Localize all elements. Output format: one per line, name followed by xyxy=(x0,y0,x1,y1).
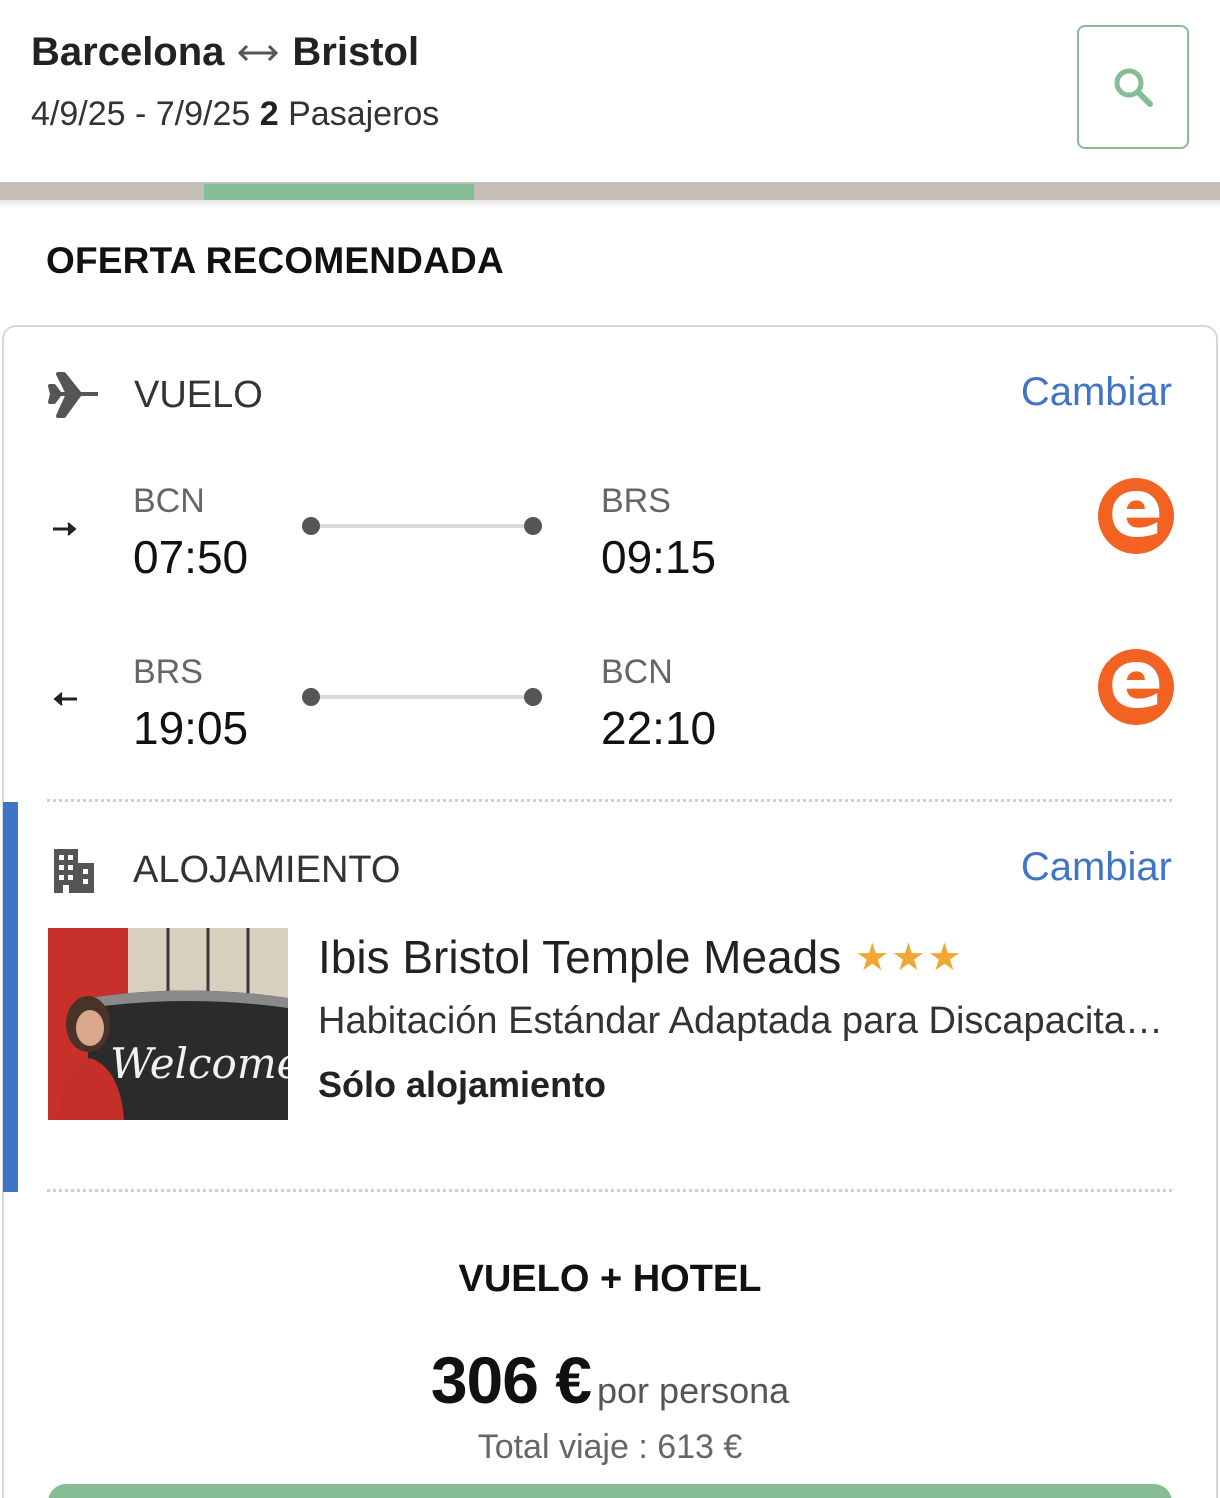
book-button[interactable] xyxy=(48,1484,1172,1498)
outbound-origin-code: BCN xyxy=(133,482,205,520)
passenger-count: 2 xyxy=(259,95,279,133)
search-icon xyxy=(1114,68,1153,107)
trip-details: 4/9/25 - 7/9/25 2 Pasajeros xyxy=(31,95,439,134)
outbound-destination-code: BRS xyxy=(601,482,671,520)
origin-city: Barcelona xyxy=(31,30,225,74)
star-rating-icon: ★★★ xyxy=(855,936,964,979)
plane-icon xyxy=(48,372,98,418)
hotel-name[interactable]: Ibis Bristol Temple Meads ★★★ xyxy=(318,930,963,984)
progress-current-step xyxy=(204,184,474,200)
price-per-person: 306 € por persona xyxy=(0,1342,1220,1418)
hotel-photo[interactable]: Welcome xyxy=(48,928,288,1120)
outbound-arrow-icon xyxy=(53,522,77,536)
svg-text:Welcome: Welcome xyxy=(110,1039,288,1088)
search-button[interactable] xyxy=(1077,25,1189,149)
per-person-label: por persona xyxy=(597,1370,790,1411)
hotel-section-header: ALOJAMIENTO xyxy=(52,845,400,895)
selected-accent-bar xyxy=(3,802,18,1192)
hotel-name-text: Ibis Bristol Temple Meads xyxy=(318,931,842,983)
outbound-arrival-time: 09:15 xyxy=(601,531,717,583)
round-trip-arrow-icon xyxy=(238,44,279,61)
inbound-arrow-icon xyxy=(53,692,77,706)
inbound-origin-code: BRS xyxy=(133,653,203,691)
flight-section-header: VUELO xyxy=(48,370,263,420)
outbound-flight-track xyxy=(302,514,542,538)
passenger-label: Pasajeros xyxy=(288,95,440,133)
section-divider xyxy=(47,799,1172,802)
section-divider xyxy=(47,1189,1172,1192)
easyjet-logo-icon: e xyxy=(1098,478,1174,554)
easyjet-logo-icon: e xyxy=(1098,649,1174,725)
destination-city: Bristol xyxy=(292,30,420,74)
flight-label: VUELO xyxy=(134,373,263,416)
search-summary-header: Barcelona Bristol 4/9/25 - 7/9/25 2 Pasa… xyxy=(0,0,1220,182)
price-amount: 306 € xyxy=(430,1343,592,1417)
inbound-departure-time: 19:05 xyxy=(133,702,249,754)
section-title: OFERTA RECOMENDADA xyxy=(46,240,504,281)
board-type: Sólo alojamiento xyxy=(318,1064,607,1105)
trip-total: Total viaje : 613 € xyxy=(477,1428,743,1466)
inbound-flight-track xyxy=(302,685,542,709)
hotel-label: ALOJAMIENTO xyxy=(133,848,401,891)
header-shadow xyxy=(0,200,1220,208)
outbound-departure-time: 07:50 xyxy=(133,531,249,583)
booking-progress-bar xyxy=(0,182,1220,200)
inbound-destination-code: BCN xyxy=(601,653,673,691)
package-title: VUELO + HOTEL xyxy=(458,1258,762,1300)
room-type: Habitación Estándar Adaptada para Discap… xyxy=(318,1000,1168,1042)
inbound-arrival-time: 22:10 xyxy=(601,702,717,754)
trip-dates: 4/9/25 - 7/9/25 xyxy=(31,95,251,133)
change-hotel-link[interactable]: Cambiar xyxy=(1021,845,1172,890)
building-icon xyxy=(54,849,94,893)
route-title: Barcelona Bristol xyxy=(31,30,419,75)
change-flight-link[interactable]: Cambiar xyxy=(1021,370,1172,415)
